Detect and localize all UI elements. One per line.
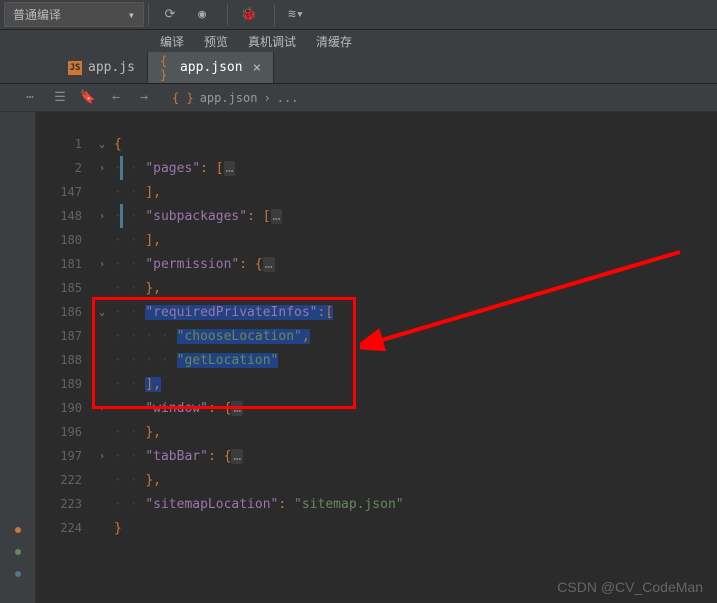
fold-open-icon[interactable]: ⌄ xyxy=(99,139,105,150)
eye-icon[interactable]: ◉ xyxy=(187,4,217,26)
line-number: 223 xyxy=(36,492,90,516)
fold-closed-icon[interactable]: › xyxy=(99,403,105,414)
code-line[interactable]: · · ], xyxy=(110,180,717,204)
line-number: 147 xyxy=(36,180,90,204)
chevron-down-icon: ▾ xyxy=(128,8,135,22)
code-line[interactable]: · · · · "chooseLocation", xyxy=(110,324,717,348)
breadcrumb-file[interactable]: app.json xyxy=(200,91,258,105)
chevron-right-icon: › xyxy=(263,91,270,105)
code-line[interactable]: · · }, xyxy=(110,276,717,300)
fold-closed-icon[interactable]: › xyxy=(99,451,105,462)
compile-mode-label: 普通编译 xyxy=(13,6,61,23)
fold-closed-icon[interactable]: › xyxy=(99,259,105,270)
js-file-icon: JS xyxy=(68,61,82,75)
line-number: 187 xyxy=(36,324,90,348)
code-line[interactable]: · · }, xyxy=(110,420,717,444)
line-number: 190 xyxy=(36,396,90,420)
fold-gutter: ⌄ › › › ⌄ › › xyxy=(90,132,110,603)
list-icon[interactable]: ☰ xyxy=(52,90,68,106)
status-dot xyxy=(15,527,21,533)
back-icon[interactable]: ← xyxy=(108,90,124,106)
label-compile: 编译 xyxy=(160,33,184,50)
label-debug: 真机调试 xyxy=(248,33,296,50)
status-dot xyxy=(15,571,21,577)
breadcrumb: { } app.json › ... xyxy=(164,91,298,105)
label-clear: 清缓存 xyxy=(316,33,352,50)
code-line[interactable]: · · }, xyxy=(110,468,717,492)
code-line[interactable]: } xyxy=(110,516,717,540)
line-number: 222 xyxy=(36,468,90,492)
code-line[interactable]: · · "pages": [… xyxy=(110,156,717,180)
code-line[interactable]: · · "subpackages": [… xyxy=(110,204,717,228)
tab-app-json[interactable]: { } app.json × xyxy=(148,52,274,83)
editor-container: 1214714818018118518618718818919019619722… xyxy=(0,112,717,603)
line-numbers: 1214714818018118518618718818919019619722… xyxy=(36,132,90,603)
bookmark-icon[interactable]: 🔖 xyxy=(80,90,96,106)
fold-open-icon[interactable]: ⌄ xyxy=(99,307,105,318)
breadcrumb-rest[interactable]: ... xyxy=(277,91,299,105)
code-content[interactable]: {· · "pages": […· · ],· · "subpackages":… xyxy=(110,132,717,603)
tab-app-js[interactable]: JS app.js xyxy=(56,52,148,83)
line-number: 189 xyxy=(36,372,90,396)
code-line[interactable]: · · · · "getLocation" xyxy=(110,348,717,372)
change-marker xyxy=(120,204,123,228)
fold-closed-icon[interactable]: › xyxy=(99,163,105,174)
line-number: 181 xyxy=(36,252,90,276)
editor-tabs: JS app.js { } app.json × xyxy=(0,52,717,84)
json-file-icon: { } xyxy=(160,61,174,75)
tab-label: app.js xyxy=(88,60,135,75)
code-line[interactable]: · · "sitemapLocation": "sitemap.json" xyxy=(110,492,717,516)
line-number: 186 xyxy=(36,300,90,324)
top-toolbar: 普通编译 ▾ ⟳ ◉ 🐞 ≋▾ xyxy=(0,0,717,30)
line-number: 224 xyxy=(36,516,90,540)
refresh-icon[interactable]: ⟳ xyxy=(155,4,185,26)
code-line[interactable]: · · ], xyxy=(110,228,717,252)
change-marker xyxy=(120,156,123,180)
code-line[interactable]: · · ], xyxy=(110,372,717,396)
json-file-icon: { } xyxy=(172,91,194,105)
line-number: 197 xyxy=(36,444,90,468)
tab-label: app.json xyxy=(180,60,243,75)
status-dot xyxy=(15,549,21,555)
line-number: 1 xyxy=(36,132,90,156)
close-icon[interactable]: × xyxy=(253,60,261,76)
code-line[interactable]: · · "permission": {… xyxy=(110,252,717,276)
code-line[interactable]: { xyxy=(110,132,717,156)
line-number: 2 xyxy=(36,156,90,180)
line-number: 196 xyxy=(36,420,90,444)
left-panel xyxy=(0,112,36,603)
more-icon[interactable]: ⋯ xyxy=(26,90,34,105)
code-line[interactable]: · · "window": {… xyxy=(110,396,717,420)
fold-closed-icon[interactable]: › xyxy=(99,211,105,222)
line-number: 180 xyxy=(36,228,90,252)
line-number: 188 xyxy=(36,348,90,372)
editor-subtoolbar: ⋯ ☰ 🔖 ← → { } app.json › ... xyxy=(0,84,717,112)
line-number: 185 xyxy=(36,276,90,300)
layers-icon[interactable]: ≋▾ xyxy=(281,4,311,26)
code-editor[interactable]: 1214714818018118518618718818919019619722… xyxy=(36,112,717,603)
code-line[interactable]: · · "tabBar": {… xyxy=(110,444,717,468)
compile-mode-dropdown[interactable]: 普通编译 ▾ xyxy=(4,2,144,27)
bug-icon[interactable]: 🐞 xyxy=(234,4,264,26)
line-number: 148 xyxy=(36,204,90,228)
watermark: CSDN @CV_CodeMan xyxy=(557,579,703,595)
code-line[interactable]: · · "requiredPrivateInfos":[ xyxy=(110,300,717,324)
label-preview: 预览 xyxy=(204,33,228,50)
toolbar-labels: 编译 预览 真机调试 清缓存 xyxy=(0,30,717,52)
forward-icon[interactable]: → xyxy=(136,90,152,106)
